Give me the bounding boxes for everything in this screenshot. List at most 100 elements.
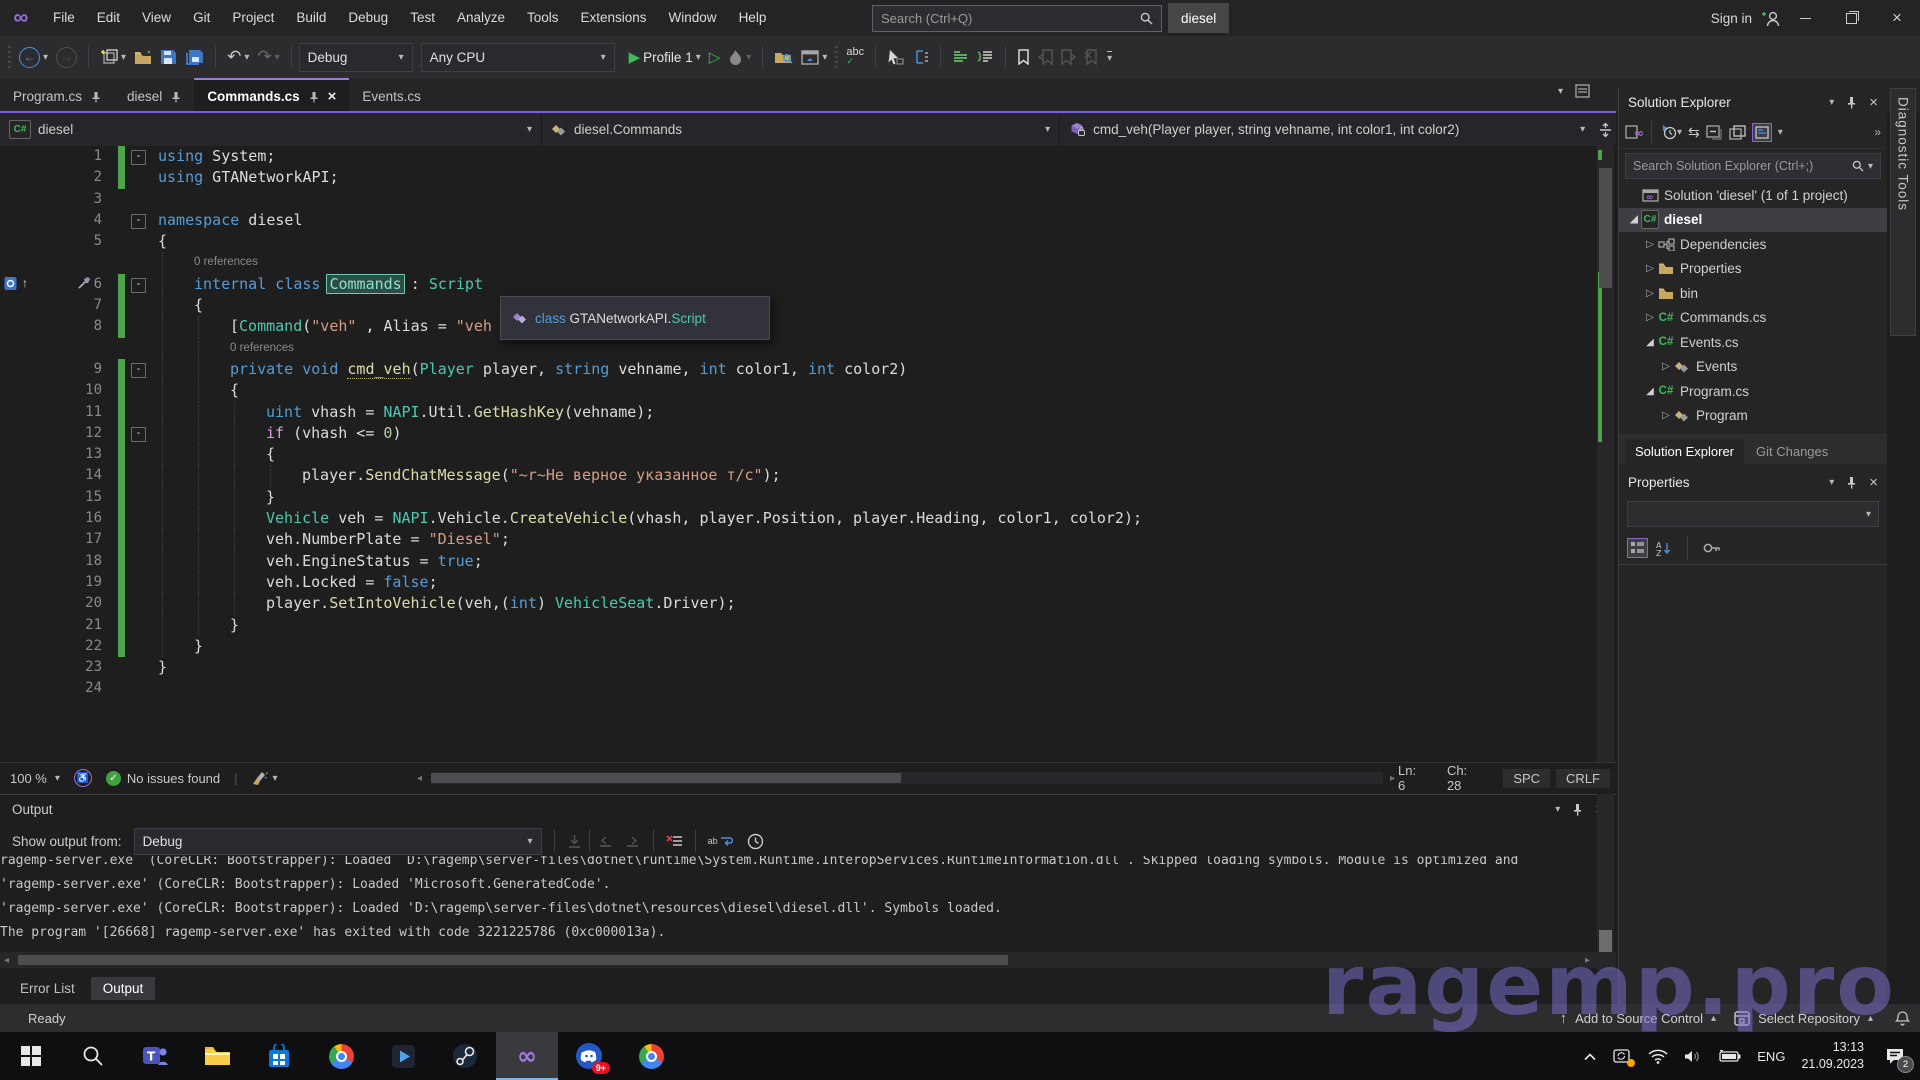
clear-all-icon[interactable] [666, 834, 683, 849]
panel-tab-solution-explorer[interactable]: Solution Explorer [1625, 439, 1744, 464]
collapsed-arrow-icon[interactable]: ▷ [1659, 410, 1673, 421]
editor-vertical-scrollbar[interactable] [1597, 146, 1614, 762]
taskbar-teams[interactable]: T [124, 1032, 186, 1080]
scrollbar-thumb[interactable] [18, 955, 1008, 965]
tab-events-cs[interactable]: Events.cs [349, 78, 434, 113]
menu-item-project[interactable]: Project [221, 0, 285, 36]
toolbar-overflow-icon[interactable]: » [1874, 125, 1881, 139]
diagnostic-tools-tab[interactable]: Diagnostic Tools [1890, 88, 1916, 336]
show-all-files-icon[interactable] [1729, 125, 1746, 140]
codelens-references[interactable]: 0 references [230, 338, 294, 359]
scrollbar-thumb[interactable] [1599, 168, 1612, 288]
collapsed-arrow-icon[interactable]: ▷ [1643, 263, 1657, 274]
tab-commands-cs[interactable]: Commands.cs× [194, 78, 349, 113]
volume-icon[interactable] [1684, 1049, 1703, 1064]
output-log[interactable]: ragemp-server.exe (CoreCLR: Bootstrapper… [0, 856, 1590, 952]
pin-icon[interactable] [309, 91, 319, 103]
taskbar-visual-studio[interactable]: ∞ [496, 1032, 558, 1080]
pin-icon[interactable] [1846, 96, 1857, 109]
tab-program-cs[interactable]: Program.cs [0, 78, 114, 113]
minimize-button[interactable] [1782, 0, 1828, 36]
clear-bookmarks-button[interactable] [1080, 42, 1103, 72]
menu-item-git[interactable]: Git [182, 0, 221, 36]
tree-item-program-cs[interactable]: ◢C#Program.cs [1619, 379, 1887, 404]
scrollbar-thumb[interactable] [431, 773, 901, 783]
taskbar-taskbar-search[interactable] [62, 1032, 124, 1080]
line-ending-indicator[interactable]: CRLF [1556, 769, 1610, 788]
hscroll-right-arrow[interactable]: ▸ [1581, 955, 1594, 966]
chevron-down-icon[interactable]: ▾ [1829, 97, 1834, 108]
taskbar-clock[interactable]: 13:13 21.09.2023 [1801, 1039, 1864, 1073]
hidden-icons-chevron-icon[interactable] [1583, 1052, 1597, 1061]
taskbar-chrome-2[interactable] [620, 1032, 682, 1080]
menu-item-test[interactable]: Test [399, 0, 446, 36]
add-to-source-control-button[interactable]: Add to Source Control [1575, 1011, 1703, 1026]
save-all-button[interactable] [181, 42, 208, 72]
taskbar-discord[interactable]: 9+ [558, 1032, 620, 1080]
feedback-project-badge[interactable]: diesel [1168, 3, 1229, 33]
close-icon[interactable]: × [1869, 474, 1878, 491]
toolbar-overflow-button[interactable]: ▾ [1103, 42, 1116, 72]
window-list-icon[interactable] [1575, 84, 1590, 98]
property-pages-key-icon[interactable] [1703, 541, 1721, 555]
fold-button[interactable]: - [131, 150, 146, 165]
breakpoint-margin-icon[interactable] [4, 276, 19, 291]
uncomment-lines-button[interactable] [973, 42, 998, 72]
navigate-back-button[interactable]: ←▾ [15, 42, 52, 72]
open-folder-button[interactable] [130, 42, 156, 72]
pin-icon[interactable] [1572, 803, 1583, 816]
breadcrumb-type-dropdown[interactable]: diesel.Commands ▾ [542, 113, 1060, 146]
restore-button[interactable] [1828, 0, 1874, 36]
previous-bookmark-button[interactable] [1034, 42, 1057, 72]
breadcrumb-project-dropdown[interactable]: C#diesel ▾ [0, 113, 542, 146]
sign-in-person-icon[interactable] [1760, 9, 1782, 27]
start-without-debugging-button[interactable]: ▷ [705, 42, 725, 72]
next-message-icon[interactable] [624, 834, 641, 848]
tree-item-bin[interactable]: ▷bin [1619, 281, 1887, 306]
navigate-forward-button[interactable]: → [52, 42, 81, 72]
menu-item-file[interactable]: File [42, 0, 86, 36]
bell-icon[interactable] [1895, 1010, 1910, 1027]
sync-status-icon[interactable] [1613, 1048, 1632, 1065]
alphabetical-button[interactable]: AZ [1656, 541, 1672, 556]
output-horizontal-scrollbar[interactable]: ◂ ▸ [0, 952, 1616, 968]
redo-button[interactable]: ↷▾ [253, 42, 283, 72]
menu-item-view[interactable]: View [131, 0, 182, 36]
pin-icon[interactable] [171, 91, 181, 103]
start-debugging-button[interactable]: ▶Profile 1▾ [625, 42, 705, 72]
hscroll-left-arrow[interactable]: ◂ [413, 773, 426, 784]
hot-reload-button[interactable]: ▾ [724, 42, 755, 72]
close-icon[interactable]: × [328, 88, 337, 105]
tree-item-events-cs[interactable]: ◢C#Events.cs [1619, 330, 1887, 355]
expanded-arrow-icon[interactable]: ◢ [1627, 214, 1641, 225]
tab-diesel[interactable]: diesel [114, 78, 194, 113]
window-position-chevron-icon[interactable]: ▾ [1555, 804, 1560, 815]
tab-scroll-chevron-icon[interactable]: ▾ [1558, 86, 1563, 97]
code-cleanup-button[interactable]: ▾ [252, 771, 278, 786]
keyboard-language[interactable]: ENG [1757, 1049, 1785, 1064]
panel-tab-output[interactable]: Output [91, 977, 156, 1000]
solution-explorer-search-box[interactable]: Search Solution Explorer (Ctrl+;) ▾ [1625, 153, 1881, 179]
menu-item-analyze[interactable]: Analyze [446, 0, 516, 36]
wifi-icon[interactable] [1648, 1049, 1668, 1064]
quick-search-box[interactable]: Search (Ctrl+Q) [872, 5, 1162, 32]
fold-button[interactable]: - [131, 278, 146, 293]
save-button[interactable] [156, 42, 181, 72]
spell-check-button[interactable]: abc✓ [842, 42, 868, 72]
sign-in-link[interactable]: Sign in [1711, 11, 1752, 26]
solution-configuration-dropdown[interactable]: Debug▾ [299, 43, 413, 72]
panel-tab-git-changes[interactable]: Git Changes [1746, 439, 1838, 464]
codelens-references[interactable]: 0 references [194, 252, 258, 273]
comment-lines-button[interactable] [948, 42, 973, 72]
collapse-all-icon[interactable] [1706, 125, 1723, 140]
output-vertical-scrollbar[interactable] [1597, 794, 1614, 970]
fold-button[interactable]: - [131, 214, 146, 229]
format-document-button[interactable] [908, 42, 933, 72]
tree-item-commands-cs[interactable]: ▷C#Commands.cs [1619, 306, 1887, 331]
taskbar-media-player[interactable] [372, 1032, 434, 1080]
issues-indicator[interactable]: ✓No issues found [106, 771, 220, 786]
taskbar-file-explorer[interactable] [186, 1032, 248, 1080]
output-source-dropdown[interactable]: Debug▾ [134, 828, 542, 855]
solution-platform-dropdown[interactable]: Any CPU▾ [421, 43, 615, 72]
tree-item-diesel[interactable]: ◢C#diesel [1619, 208, 1887, 233]
